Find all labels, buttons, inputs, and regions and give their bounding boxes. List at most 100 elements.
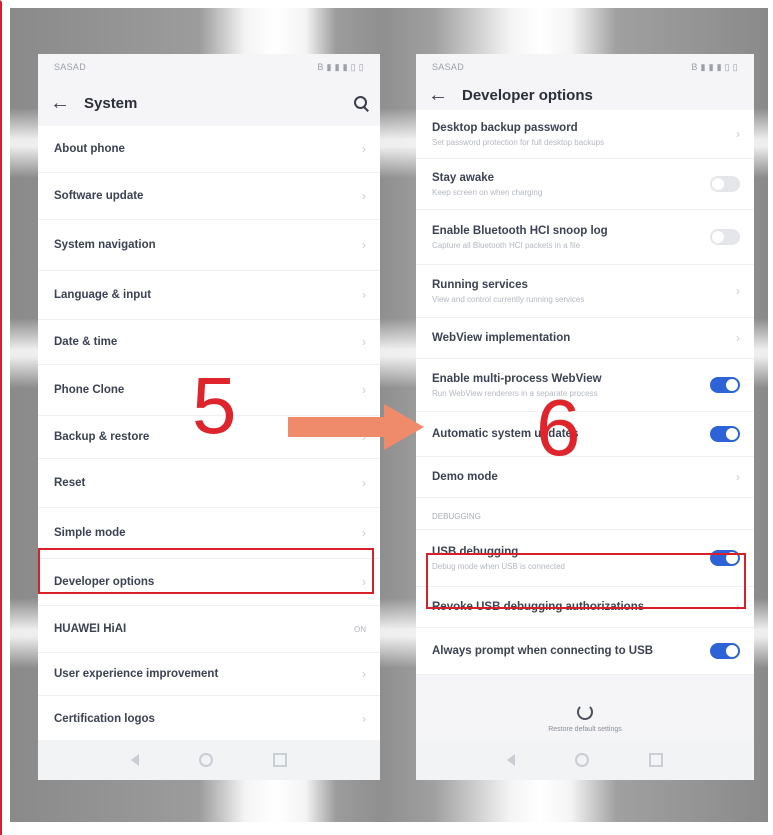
developer-options-list: Desktop backup password Set password prot… <box>416 110 754 498</box>
nav-home-icon[interactable] <box>199 753 213 767</box>
navigation-bar <box>38 740 380 780</box>
settings-item-label: Simple mode <box>54 527 126 539</box>
chevron-right-icon: › <box>362 142 366 156</box>
page-title: System <box>84 94 138 112</box>
developer-option-text: Always prompt when connecting to USB <box>432 645 653 657</box>
highlight-developer-options <box>38 548 374 594</box>
nav-recents-icon[interactable] <box>649 753 663 767</box>
developer-option-text: Demo mode <box>432 471 498 483</box>
app-header: ← System <box>38 80 380 126</box>
developer-option-item[interactable]: Always prompt when connecting to USB <box>416 628 754 675</box>
nav-back-icon[interactable] <box>507 754 515 766</box>
settings-item[interactable]: Language & input › <box>38 271 380 320</box>
search-icon[interactable] <box>354 96 368 110</box>
settings-item[interactable]: Reset › <box>38 459 380 508</box>
developer-options-screen: SASAD B ▮ ▮ ▮ ▯ ▯ ← Developer options De… <box>416 54 754 780</box>
developer-option-text: Enable Bluetooth HCI snoop log Capture al… <box>432 225 608 250</box>
settings-item[interactable]: User experience improvement › <box>38 653 380 696</box>
highlight-usb-debugging <box>426 553 746 609</box>
settings-item-label: Software update <box>54 190 144 202</box>
developer-option-description: Set password protection for full desktop… <box>432 137 605 147</box>
chevron-right-icon: › <box>362 288 366 302</box>
chevron-right-icon: › <box>362 383 366 397</box>
chevron-right-icon: › <box>362 526 366 540</box>
navigation-bar <box>416 740 754 780</box>
developer-option-description: Capture all Bluetooth HCI packets in a f… <box>432 240 581 250</box>
developer-option-item[interactable]: Enable Bluetooth HCI snoop log Capture al… <box>416 210 754 265</box>
chevron-right-icon: › <box>362 712 366 726</box>
app-header: ← Developer options <box>416 80 754 110</box>
toggle-switch-off[interactable] <box>710 176 740 192</box>
status-icons: B ▮ ▮ ▮ ▯ ▯ <box>317 61 364 72</box>
chevron-right-icon: › <box>736 331 740 345</box>
settings-item-label: Phone Clone <box>54 384 125 396</box>
settings-item[interactable]: System navigation › <box>38 220 380 271</box>
settings-item[interactable]: About phone › <box>38 126 380 173</box>
nav-home-icon[interactable] <box>575 753 589 767</box>
developer-option-text: Running services View and control current… <box>432 279 584 304</box>
restore-defaults-button[interactable]: Restore default settings <box>416 704 754 733</box>
chevron-right-icon: › <box>736 127 740 141</box>
developer-option-item[interactable]: Desktop backup password Set password prot… <box>416 110 754 159</box>
chevron-right-icon: › <box>362 189 366 203</box>
step-number-5: 5 <box>192 361 237 450</box>
chevron-right-icon: › <box>736 470 740 484</box>
developer-option-label: WebView implementation <box>432 332 571 344</box>
developer-option-item[interactable]: Demo mode › <box>416 457 754 498</box>
developer-option-label: Demo mode <box>432 471 498 483</box>
settings-item[interactable]: Certification logos › <box>38 696 380 743</box>
toggle-switch-off[interactable] <box>710 229 740 245</box>
toggle-switch-on[interactable] <box>710 426 740 442</box>
developer-option-item[interactable]: Running services View and control current… <box>416 265 754 318</box>
step-number-6: 6 <box>536 383 581 472</box>
toggle-switch-on[interactable] <box>710 643 740 659</box>
chevron-right-icon: › <box>362 238 366 252</box>
restore-label: Restore default settings <box>548 726 622 733</box>
developer-option-text: WebView implementation <box>432 332 570 344</box>
chevron-right-icon: › <box>736 284 740 298</box>
developer-option-item[interactable]: WebView implementation › <box>416 318 754 359</box>
developer-option-item[interactable]: Automatic system updates <box>416 412 754 457</box>
developer-option-description: View and control currently running servi… <box>432 294 585 304</box>
nav-recents-icon[interactable] <box>273 753 287 767</box>
developer-option-label: Enable Bluetooth HCI snoop log <box>432 224 608 237</box>
developer-option-label: Running services <box>432 278 528 291</box>
back-arrow-icon[interactable]: ← <box>50 92 70 115</box>
status-bar: SASAD B ▮ ▮ ▮ ▯ ▯ <box>416 54 754 80</box>
settings-item-label: Reset <box>54 477 86 489</box>
restore-icon <box>577 704 593 720</box>
nav-back-icon[interactable] <box>131 754 139 766</box>
settings-item-label: Certification logos <box>54 713 155 725</box>
chevron-right-icon: › <box>362 667 366 681</box>
settings-item-label: User experience improvement <box>54 668 219 680</box>
developer-option-label: Stay awake <box>432 171 495 184</box>
status-icons: B ▮ ▮ ▮ ▯ ▯ <box>691 61 738 72</box>
settings-item-label: Language & input <box>54 289 152 301</box>
toggle-switch-on[interactable] <box>710 377 740 393</box>
developer-option-item[interactable]: Stay awake Keep screen on when charging <box>416 159 754 210</box>
status-carrier: SASAD <box>432 62 465 72</box>
chevron-right-icon: › <box>362 476 366 490</box>
chevron-right-icon: › <box>362 335 366 349</box>
developer-option-description: Keep screen on when charging <box>432 187 543 197</box>
settings-item-label: HUAWEI HiAI <box>54 623 127 635</box>
settings-item-label: System navigation <box>54 239 156 251</box>
settings-item[interactable]: HUAWEI HiAI ON <box>38 606 380 653</box>
status-bar: SASAD B ▮ ▮ ▮ ▯ ▯ <box>38 54 380 80</box>
developer-option-item[interactable]: Enable multi-process WebView Run WebView … <box>416 359 754 412</box>
settings-item[interactable]: Software update › <box>38 173 380 220</box>
settings-item-label: Backup & restore <box>54 431 150 443</box>
page-title: Developer options <box>462 86 593 104</box>
developer-option-text: Stay awake Keep screen on when charging <box>432 172 542 197</box>
developer-option-label: Desktop backup password <box>432 121 578 134</box>
step-arrow-head <box>384 404 424 450</box>
settings-item[interactable]: Date & time › <box>38 320 380 365</box>
settings-item-label: Date & time <box>54 336 118 348</box>
step-arrow <box>288 417 386 437</box>
developer-option-text: Desktop backup password Set password prot… <box>432 122 604 147</box>
settings-item-label: About phone <box>54 143 125 155</box>
status-badge: ON <box>354 624 366 634</box>
status-carrier: SASAD <box>54 62 87 72</box>
back-arrow-icon[interactable]: ← <box>428 84 448 107</box>
section-header: DEBUGGING <box>416 498 754 530</box>
